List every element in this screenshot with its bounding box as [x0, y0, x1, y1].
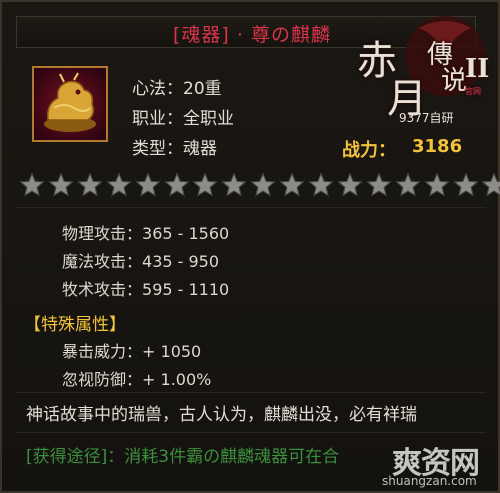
star-icon: [134, 172, 161, 197]
qilin-icon: [44, 72, 96, 132]
stat-label: 魔法攻击：: [62, 252, 143, 271]
special-attributes-title: 【特殊属性】: [24, 315, 126, 335]
star-icon: [394, 172, 421, 197]
xinfa-line: 心法：20重: [132, 79, 222, 99]
star-icon: [279, 172, 305, 197]
star-icon: [337, 172, 363, 197]
game-logo: 赤 月 傳 说 II 官网 9377自研: [357, 14, 492, 125]
star-icon: [308, 172, 334, 197]
star-icon: [19, 172, 45, 197]
stat-row-physical: 物理攻击：365 - 1560: [62, 220, 229, 244]
watermark-url: shuangzan.com: [382, 474, 477, 488]
stat-label: 牧术攻击：: [62, 280, 143, 299]
divider: [16, 392, 486, 393]
power-value: 3186: [412, 136, 463, 157]
stat-value: 435 - 950: [142, 252, 220, 271]
stat-label: 物理攻击：: [62, 224, 143, 243]
star-icon: [481, 172, 500, 197]
star-rating: [19, 172, 500, 198]
special-label: 暴击威力：: [62, 342, 143, 361]
star-icon: [48, 172, 74, 197]
special-value: + 1050: [142, 342, 202, 361]
star-icon: [105, 172, 132, 197]
star-icon: [77, 172, 103, 197]
site-watermark: 爽资网 shuangzan.com: [382, 432, 494, 490]
type-line: 类型：魂器: [132, 139, 217, 159]
star-icon: [221, 172, 248, 197]
stat-value: 595 - 1110: [142, 280, 230, 299]
star-icon: [452, 172, 479, 197]
stat-value: 365 - 1560: [142, 224, 230, 243]
job-line: 职业：全职业: [132, 109, 234, 129]
star-icon: [366, 172, 392, 197]
obtain-method: [获得途径]：消耗3件霸の麒麟魂器可在合: [26, 447, 340, 467]
logo-char-4: 说: [441, 66, 468, 96]
special-value: + 1.00%: [142, 370, 212, 389]
special-row-ignore-def: 忽视防御：+ 1.00%: [62, 366, 211, 390]
item-description: 神话故事中的瑞兽，古人认为，麒麟出没，必有祥瑞: [26, 405, 417, 425]
star-icon: [163, 172, 190, 197]
logo-subtitle: 9377自研: [399, 111, 454, 125]
item-tooltip-panel: [魂器] · 尊の麒麟 赤 月 傳 说 II 官网 9377自研 心法：20重 …: [0, 0, 500, 493]
star-icon: [423, 172, 450, 197]
star-icon: [192, 172, 219, 197]
special-label: 忽视防御：: [62, 370, 143, 389]
stat-row-taoist: 牧术攻击：595 - 1110: [62, 276, 229, 300]
power-label: 战力：: [342, 140, 396, 161]
divider: [16, 207, 486, 208]
logo-char-5: II: [465, 54, 490, 84]
logo-badge: 官网: [465, 87, 481, 96]
special-row-crit: 暴击威力：+ 1050: [62, 338, 201, 362]
star-icon: [250, 172, 276, 197]
item-icon-frame: [32, 66, 108, 142]
stat-row-magic: 魔法攻击：435 - 950: [62, 248, 219, 272]
